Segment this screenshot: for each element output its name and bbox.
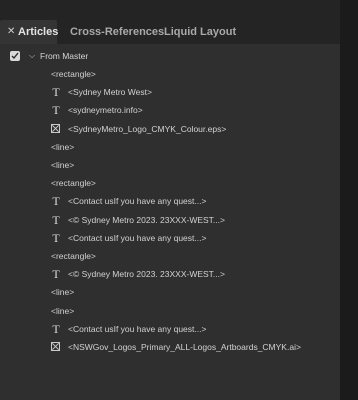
list-item-label: <rectangle> <box>51 178 96 189</box>
graphic-frame-icon <box>51 123 60 133</box>
text-frame-icon: T <box>52 85 60 100</box>
text-frame-icon: T <box>52 212 60 227</box>
list-item[interactable]: <line> <box>0 283 340 301</box>
list-item-label: <line> <box>51 305 75 316</box>
list-item[interactable]: T <Sydney Metro West> <box>0 83 340 101</box>
tab-bar: ✕ Articles Cross-References Liquid Layou… <box>0 0 340 44</box>
chevron-down-icon[interactable]: ⌵ <box>29 47 35 65</box>
from-master-row[interactable]: ⌵ From Master <box>0 47 340 65</box>
from-master-label: From Master <box>40 51 89 61</box>
list-item-label: <Contact usIf you have any quest...> <box>68 232 207 243</box>
scroll-gutter <box>340 0 358 400</box>
list-item-label: <Contact usIf you have any quest...> <box>68 323 207 334</box>
list-item[interactable]: <line> <box>0 302 340 320</box>
list-item-label: <Contact usIf you have any quest...> <box>68 196 207 207</box>
close-tab-icon[interactable]: ✕ <box>7 20 15 44</box>
list-item[interactable]: T <sydneymetro.info> <box>0 101 340 119</box>
list-item[interactable]: <rectangle> <box>0 65 340 83</box>
list-item[interactable]: <line> <box>0 138 340 156</box>
list-item-label: <rectangle> <box>51 251 96 261</box>
list-item[interactable]: <SydneyMetro_Logo_CMYK_Colour.eps> <box>0 120 340 138</box>
list-item-label: <line> <box>51 160 75 170</box>
tab-cross-references-label: Cross-References <box>70 26 165 38</box>
list-item[interactable]: <line> <box>0 156 340 174</box>
checkmark-icon <box>11 52 19 60</box>
graphic-frame-icon <box>51 342 60 351</box>
list-item[interactable]: T <© Sydney Metro 2023. 23XXX-WEST...> <box>0 265 340 283</box>
list-item-label: <sydneymetro.info> <box>68 105 143 116</box>
list-item-label: <line> <box>51 141 75 152</box>
articles-panel: ✕ Articles Cross-References Liquid Layou… <box>0 0 340 400</box>
tab-articles-label: Articles <box>18 26 59 38</box>
list-item-label: <SydneyMetro_Logo_CMYK_Colour.eps> <box>68 123 227 134</box>
tab-liquid-layout[interactable]: Liquid Layout <box>164 20 236 44</box>
text-frame-icon: T <box>52 267 60 282</box>
list-item[interactable]: T <© Sydney Metro 2023. 23XXX-WEST...> <box>0 211 340 229</box>
text-frame-icon: T <box>52 321 60 336</box>
list-item-label: <rectangle> <box>51 69 96 79</box>
list-item[interactable]: T <Contact usIf you have any quest...> <box>0 320 340 338</box>
tab-liquid-layout-label: Liquid Layout <box>164 26 237 38</box>
text-frame-icon: T <box>52 103 60 118</box>
text-frame-icon: T <box>52 230 60 245</box>
tab-cross-references[interactable]: Cross-References <box>70 20 164 44</box>
list-item[interactable]: <NSWGov_Logos_Primary_ALL-Logos_Artboard… <box>0 338 340 356</box>
list-item-label: <Sydney Metro West> <box>68 87 152 98</box>
list-item-label: <line> <box>51 287 75 298</box>
list-item[interactable]: <rectangle> <box>0 247 340 265</box>
list-item-label: <© Sydney Metro 2023. 23XXX-WEST...> <box>68 214 225 225</box>
list-item[interactable]: T <Contact usIf you have any quest...> <box>0 192 340 210</box>
list-item[interactable]: T <Contact usIf you have any quest...> <box>0 229 340 247</box>
list-item-label: <NSWGov_Logos_Primary_ALL-Logos_Artboard… <box>68 342 301 352</box>
checkbox-from-master[interactable] <box>10 51 20 61</box>
list-item-label: <© Sydney Metro 2023. 23XXX-WEST...> <box>68 269 225 280</box>
list-item[interactable]: <rectangle> <box>0 174 340 192</box>
text-frame-icon: T <box>52 194 60 209</box>
tab-articles[interactable]: ✕ Articles <box>0 20 59 44</box>
